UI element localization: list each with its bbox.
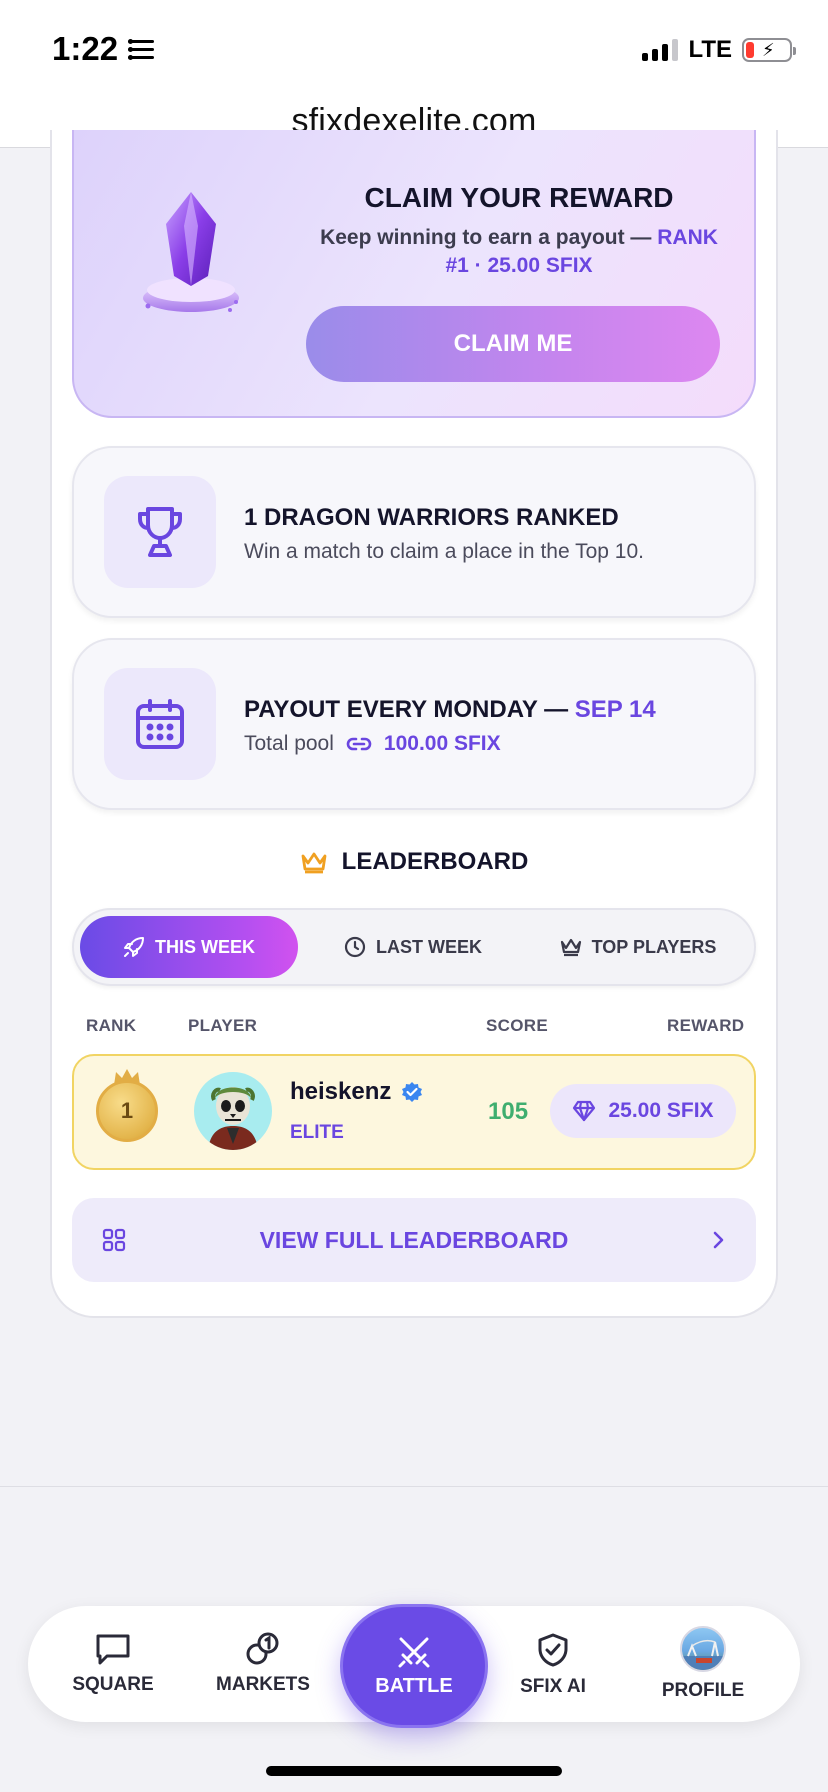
col-rank: RANK bbox=[86, 1016, 137, 1035]
nav-square[interactable]: SQUARE bbox=[48, 1632, 178, 1696]
status-bar: 1:22 LTE ⚡ bbox=[0, 0, 828, 96]
status-time: 1:22 bbox=[52, 30, 155, 68]
avatar bbox=[680, 1626, 726, 1672]
nav-label: SQUARE bbox=[72, 1674, 154, 1695]
tab-top-players[interactable]: TOP PLAYERS bbox=[524, 916, 752, 978]
skull-avatar-icon bbox=[208, 1087, 258, 1150]
link-icon bbox=[346, 737, 372, 751]
col-reward: REWARD bbox=[667, 1016, 745, 1035]
coins-icon bbox=[246, 1632, 279, 1665]
claim-title: CLAIM YOUR REWARD bbox=[364, 182, 674, 213]
rank-medal: 1 bbox=[96, 1080, 158, 1142]
status-indicators: LTE ⚡ bbox=[642, 36, 796, 64]
payout-date: SEP 14 bbox=[574, 696, 656, 723]
col-score: SCORE bbox=[486, 1016, 548, 1035]
tab-this-week[interactable]: THIS WEEK bbox=[80, 916, 298, 978]
payout-title: PAYOUT EVERY MONDAY — SEP 14 bbox=[244, 696, 656, 724]
nav-label: PROFILE bbox=[661, 1680, 745, 1701]
ranked-subtitle: Win a match to claim a place in the Top … bbox=[244, 540, 644, 563]
reward-value: 25.00 SFIX bbox=[608, 1099, 714, 1122]
tab-label: THIS WEEK bbox=[154, 936, 255, 957]
home-indicator bbox=[266, 1766, 562, 1776]
chat-icon bbox=[96, 1634, 130, 1665]
table-row[interactable]: 1 heiskenz ELITE 105 25.00 SFIX bbox=[72, 1054, 756, 1170]
tab-label: LAST WEEK bbox=[376, 936, 482, 957]
tab-last-week[interactable]: LAST WEEK bbox=[306, 916, 520, 978]
time-text: 1:22 bbox=[52, 30, 119, 67]
battery-icon: ⚡ bbox=[742, 38, 796, 62]
payout-title-text: PAYOUT EVERY MONDAY — bbox=[244, 696, 575, 723]
leaderboard-heading: LEADERBOARD bbox=[0, 848, 828, 876]
nav-markets[interactable]: MARKETS bbox=[198, 1632, 328, 1696]
signal-icon bbox=[642, 39, 679, 61]
verified-badge-icon bbox=[402, 1082, 423, 1102]
ranked-info-card: 1 DRAGON WARRIORS RANKED Win a match to … bbox=[72, 446, 756, 618]
trophy-icon bbox=[138, 507, 182, 557]
claim-subtitle: Keep winning to earn a payout — RANK #1 … bbox=[314, 224, 724, 280]
nav-label: BATTLE bbox=[375, 1674, 453, 1697]
crown-icon bbox=[301, 852, 327, 874]
leaderboard-tabs: THIS WEEK LAST WEEK TOP PLAYERS bbox=[72, 908, 756, 986]
nav-sfix-ai[interactable]: SFIX AI bbox=[488, 1632, 618, 1698]
claim-me-button[interactable]: CLAIM ME bbox=[306, 306, 720, 382]
view-full-leaderboard-button[interactable]: VIEW FULL LEADERBOARD bbox=[72, 1198, 756, 1282]
view-full-label: VIEW FULL LEADERBOARD bbox=[259, 1226, 569, 1253]
rank-number: 1 bbox=[120, 1098, 134, 1123]
bottom-nav: SQUARE MARKETS BATTLE SFIX AI PROFILE bbox=[28, 1604, 800, 1728]
avatar[interactable] bbox=[194, 1072, 272, 1150]
list-icon bbox=[128, 38, 155, 60]
player-name-text: heiskenz bbox=[290, 1078, 392, 1105]
reward-badge: 25.00 SFIX bbox=[550, 1084, 736, 1138]
crystal-icon bbox=[143, 192, 239, 312]
calendar-icon bbox=[136, 699, 184, 749]
player-tier: ELITE bbox=[290, 1122, 344, 1143]
col-player: PLAYER bbox=[188, 1016, 258, 1035]
nav-label: MARKETS bbox=[216, 1674, 310, 1695]
nav-profile[interactable]: PROFILE bbox=[638, 1626, 768, 1702]
calendar-icon-box bbox=[104, 668, 216, 780]
ranked-title: 1 DRAGON WARRIORS RANKED bbox=[244, 504, 619, 531]
player-score: 105 bbox=[488, 1098, 529, 1125]
leaderboard-title: LEADERBOARD bbox=[341, 848, 529, 875]
payout-info-card: PAYOUT EVERY MONDAY — SEP 14 Total pool … bbox=[72, 638, 756, 810]
payout-pool: Total pool 100.00 SFIX bbox=[244, 732, 501, 756]
tab-label: TOP PLAYERS bbox=[591, 936, 717, 957]
pool-value: 100.00 SFIX bbox=[383, 732, 501, 755]
grid-icon bbox=[102, 1228, 126, 1252]
claim-reward-card: CLAIM YOUR REWARD Keep winning to earn a… bbox=[72, 130, 756, 418]
player-name: heiskenz bbox=[290, 1078, 423, 1106]
trophy-icon-box bbox=[104, 476, 216, 588]
divider bbox=[0, 1486, 828, 1487]
claim-subtitle-text: Keep winning to earn a payout — bbox=[320, 226, 658, 249]
pool-label: Total pool bbox=[244, 732, 334, 755]
crown-icon bbox=[560, 938, 581, 957]
nav-battle[interactable]: BATTLE bbox=[340, 1604, 488, 1728]
shield-icon bbox=[538, 1633, 568, 1667]
network-label: LTE bbox=[688, 36, 732, 63]
rocket-icon bbox=[123, 937, 144, 957]
diamond-icon bbox=[573, 1100, 596, 1122]
swords-icon bbox=[398, 1637, 430, 1667]
nav-label: SFIX AI bbox=[520, 1676, 586, 1697]
clock-icon bbox=[344, 936, 366, 958]
chevron-right-icon bbox=[713, 1231, 724, 1249]
